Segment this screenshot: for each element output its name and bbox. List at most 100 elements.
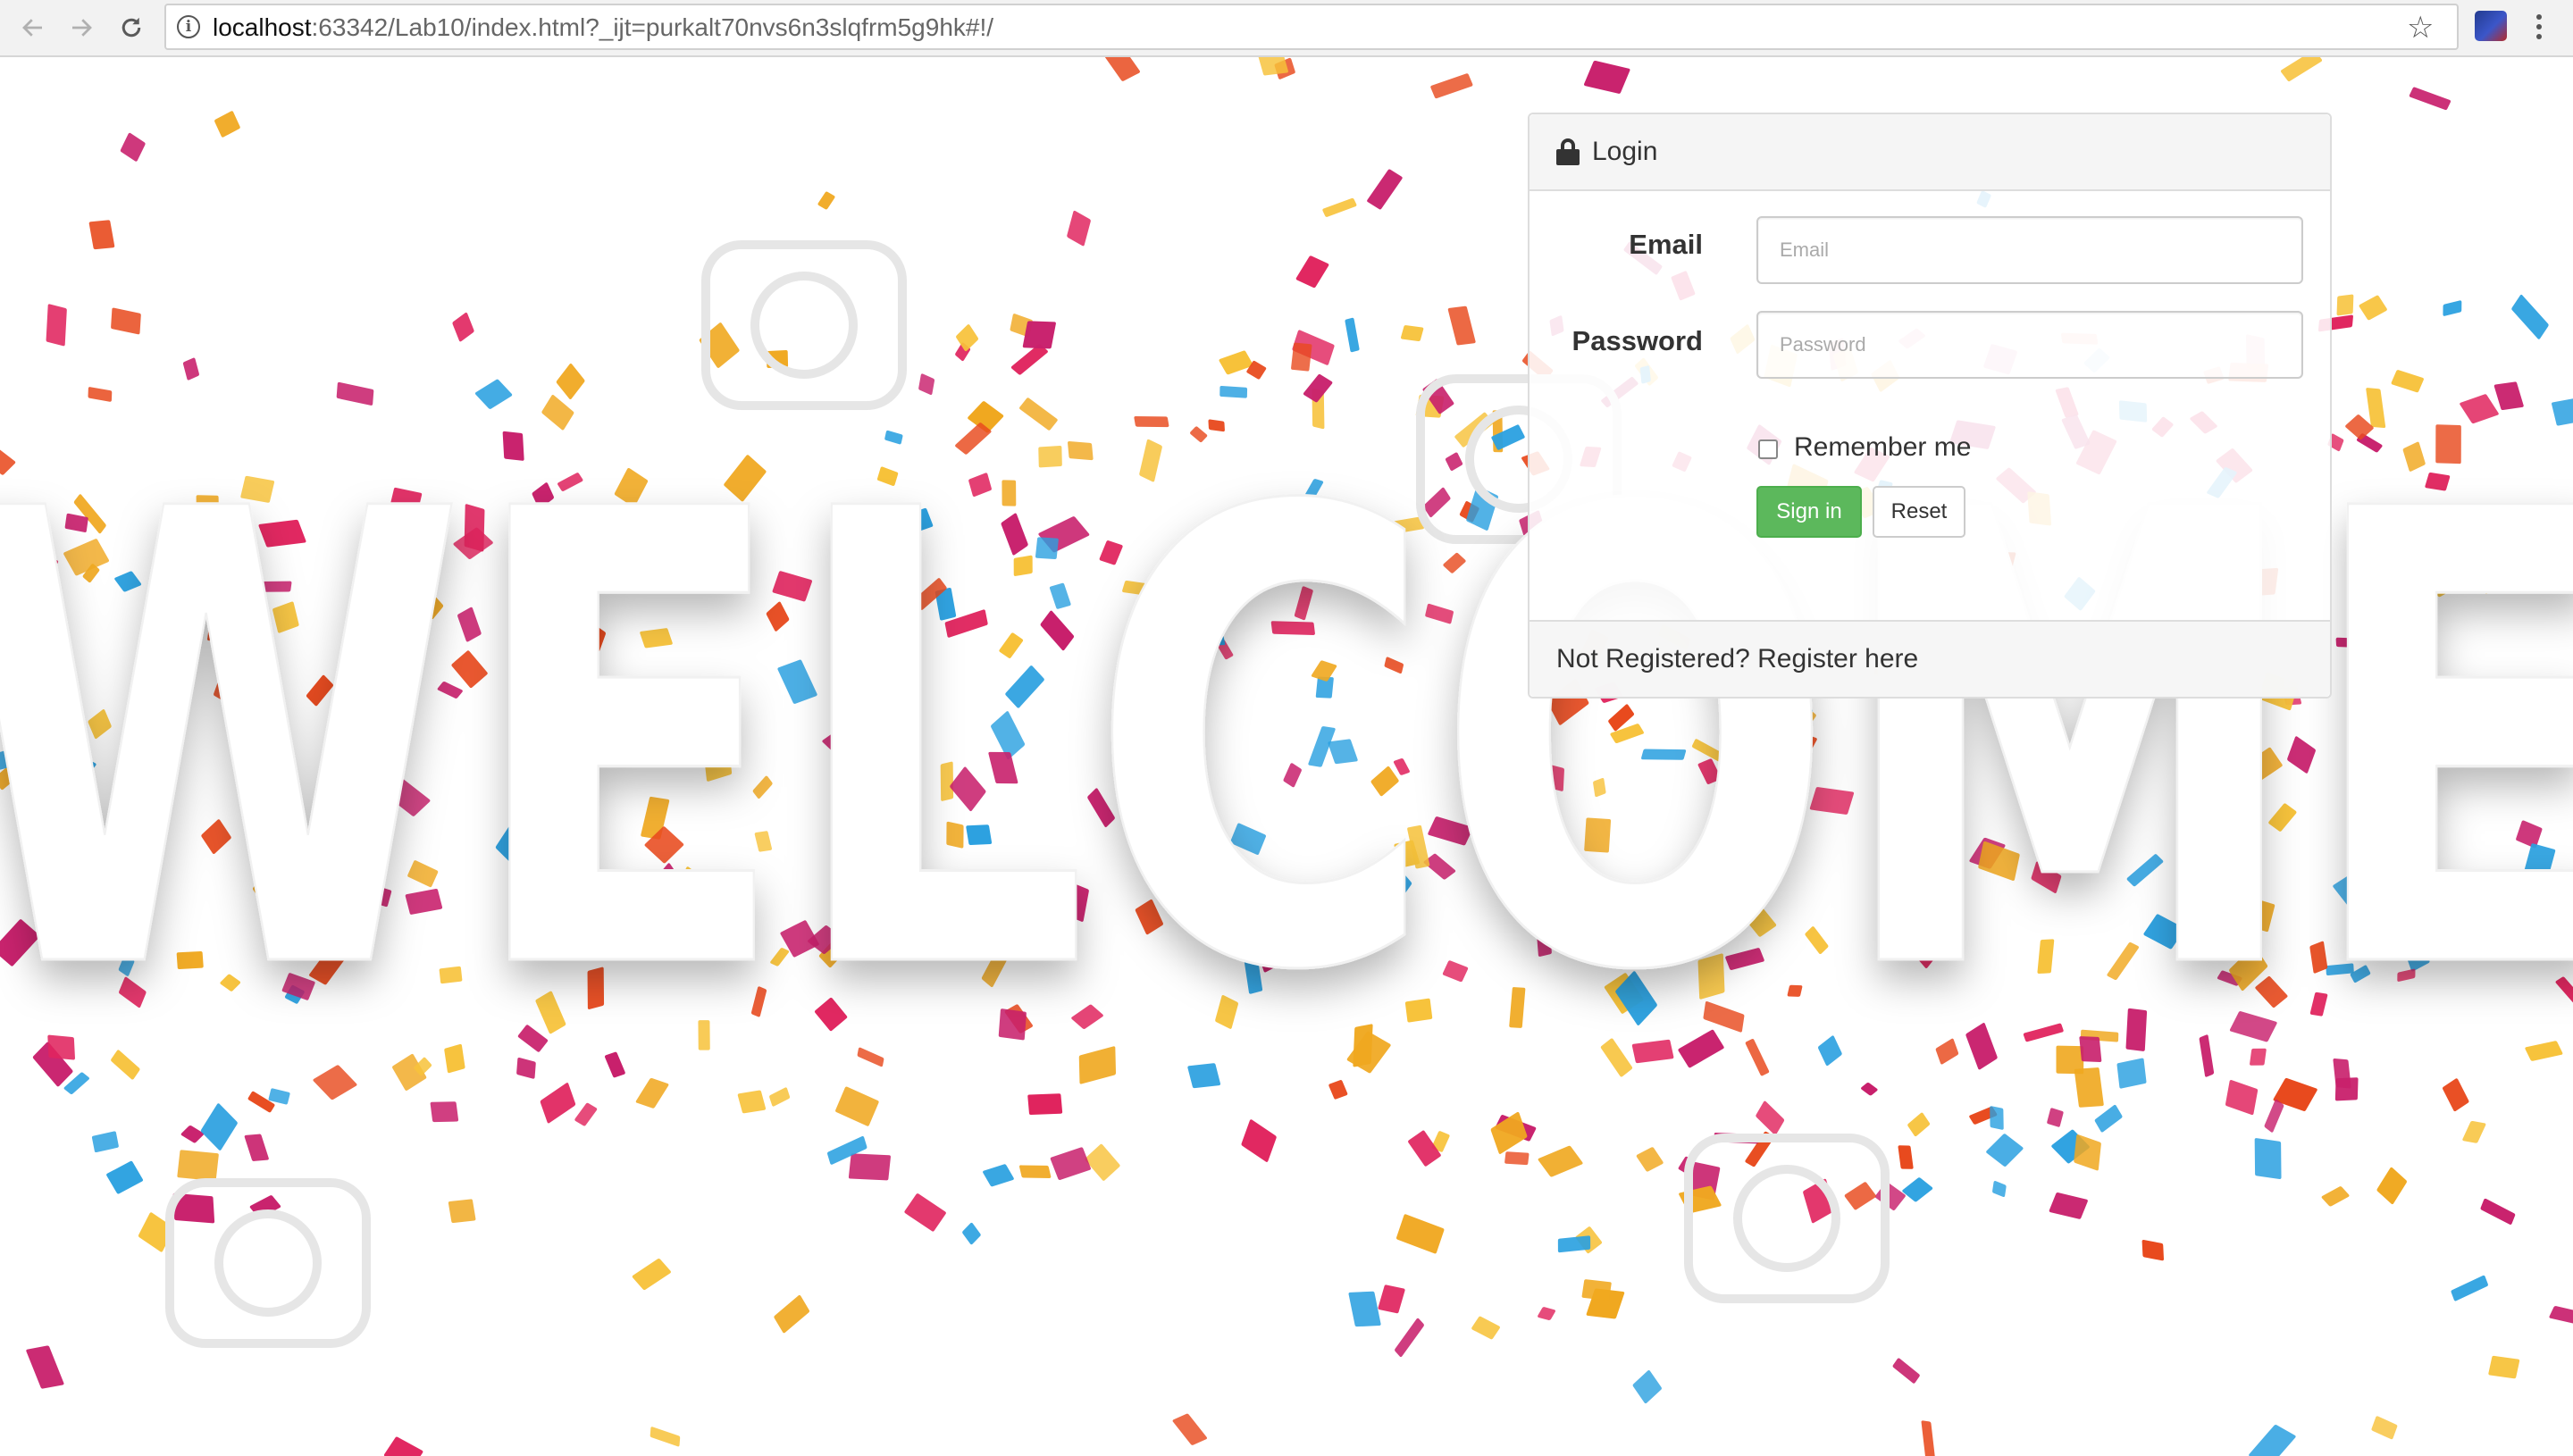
browser-toolbar: i localhost:63342/Lab10/index.html?_ijt=… [0, 0, 2573, 57]
confetti-piece [177, 1150, 219, 1181]
star-icon[interactable]: ☆ [2407, 13, 2439, 45]
watermark-camera-icon [1684, 1134, 1890, 1303]
sign-in-button[interactable]: Sign in [1756, 486, 1862, 538]
confetti-piece [1538, 1145, 1583, 1177]
password-input[interactable] [1756, 311, 2303, 379]
login-panel-heading: Login [1530, 114, 2330, 191]
back-arrow-icon[interactable] [13, 7, 54, 48]
confetti-piece [2141, 1240, 2165, 1261]
confetti-piece [2359, 295, 2387, 321]
confetti-piece [2371, 1416, 2398, 1440]
confetti-piece [182, 357, 199, 381]
confetti-piece [1636, 1147, 1664, 1172]
page-content: WELCOME Login Email Password Remember me… [0, 57, 2573, 1456]
confetti-piece [1067, 210, 1091, 247]
confetti-piece [1291, 342, 1312, 372]
confetti-piece [1844, 1182, 1876, 1210]
confetti-piece [214, 111, 240, 138]
extension-icon[interactable] [2475, 11, 2507, 41]
confetti-piece [1632, 1370, 1662, 1404]
confetti-piece [2462, 1121, 2486, 1143]
reset-button[interactable]: Reset [1873, 486, 1965, 538]
confetti-piece [2094, 1104, 2123, 1133]
confetti-piece [1471, 1316, 1500, 1340]
confetti-piece [774, 1294, 809, 1334]
confetti-piece [1254, 57, 1288, 76]
confetti-piece [1874, 1182, 1906, 1210]
confetti-piece [1447, 305, 1476, 346]
confetti-piece [1584, 61, 1630, 94]
url-path: :63342/Lab10/index.html?_ijt=purkalt70nv… [311, 13, 994, 41]
confetti-piece [244, 1134, 269, 1161]
confetti-piece [88, 220, 115, 250]
login-panel: Login Email Password Remember me Sign in… [1528, 113, 2332, 699]
confetti-piece [1345, 317, 1360, 353]
confetti-piece [1378, 1284, 1405, 1314]
password-label: Password [1571, 325, 1703, 356]
confetti-piece [1408, 1130, 1441, 1167]
confetti-piece [1990, 1106, 2004, 1130]
confetti-piece [983, 1164, 1014, 1187]
remember-label[interactable]: Remember me [1794, 432, 1971, 463]
confetti-piece [1367, 169, 1403, 210]
confetti-piece [817, 191, 835, 210]
reload-icon[interactable] [111, 7, 152, 48]
confetti-piece [2409, 87, 2451, 111]
confetti-piece [2443, 300, 2462, 316]
confetti-piece [1430, 73, 1473, 99]
confetti-piece [2376, 1167, 2407, 1205]
confetti-piece [1172, 1413, 1208, 1445]
confetti-piece [2336, 294, 2354, 316]
url-text[interactable]: localhost:63342/Lab10/index.html?_ijt=pu… [213, 13, 993, 42]
forward-arrow-icon[interactable] [61, 7, 102, 48]
confetti-piece [1538, 1307, 1556, 1320]
confetti-piece [2480, 1198, 2516, 1225]
confetti-piece [2321, 1186, 2350, 1207]
confetti-piece [1401, 325, 1424, 342]
confetti-piece [2249, 1425, 2296, 1456]
confetti-piece [1050, 1147, 1091, 1180]
confetti-piece [650, 1427, 681, 1447]
confetti-piece [2488, 1355, 2520, 1379]
confetti-piece [2047, 1108, 2064, 1127]
confetti-piece [2549, 1306, 2573, 1327]
confetti-piece [91, 1131, 119, 1153]
confetti-piece [1986, 1134, 2024, 1167]
confetti-piece [2049, 1192, 2088, 1219]
confetti-piece [848, 1153, 891, 1181]
address-bar[interactable]: i localhost:63342/Lab10/index.html?_ijt=… [164, 4, 2459, 50]
confetti-piece [2280, 57, 2323, 82]
confetti-piece [1022, 321, 1056, 349]
confetti-piece [180, 1125, 205, 1143]
confetti-piece [1018, 1165, 1052, 1178]
email-label: Email [1629, 229, 1703, 260]
register-link[interactable]: Not Registered? Register here [1530, 620, 2330, 697]
confetti-piece [1295, 255, 1329, 289]
login-title: Login [1592, 137, 1658, 166]
remember-checkbox[interactable] [1758, 439, 1778, 459]
confetti-piece [1892, 1358, 1920, 1384]
confetti-piece [1902, 1177, 1933, 1202]
confetti-piece [904, 1193, 946, 1232]
confetti-piece [46, 304, 67, 347]
confetti-piece [452, 312, 474, 342]
confetti-piece [2511, 294, 2549, 339]
menu-dots-icon[interactable] [2530, 9, 2548, 45]
confetti-piece [1490, 1111, 1528, 1154]
confetti-piece [1992, 1181, 2007, 1198]
lock-icon [1556, 138, 1580, 165]
confetti-piece [111, 307, 141, 335]
info-icon[interactable]: i [177, 15, 200, 38]
confetti-piece [962, 1222, 981, 1245]
confetti-piece [1396, 1214, 1445, 1254]
confetti-piece [2074, 1134, 2101, 1171]
watermark-lens-icon [750, 272, 858, 379]
confetti-piece [1322, 197, 1357, 217]
confetti-piece [1921, 1420, 1935, 1456]
confetti-piece [1898, 1145, 1914, 1169]
watermark-lens-icon [214, 1209, 322, 1317]
confetti-piece [1504, 1151, 1530, 1166]
email-input[interactable] [1756, 216, 2303, 284]
confetti-piece [1395, 1318, 1424, 1358]
confetti-piece [1241, 1119, 1277, 1162]
